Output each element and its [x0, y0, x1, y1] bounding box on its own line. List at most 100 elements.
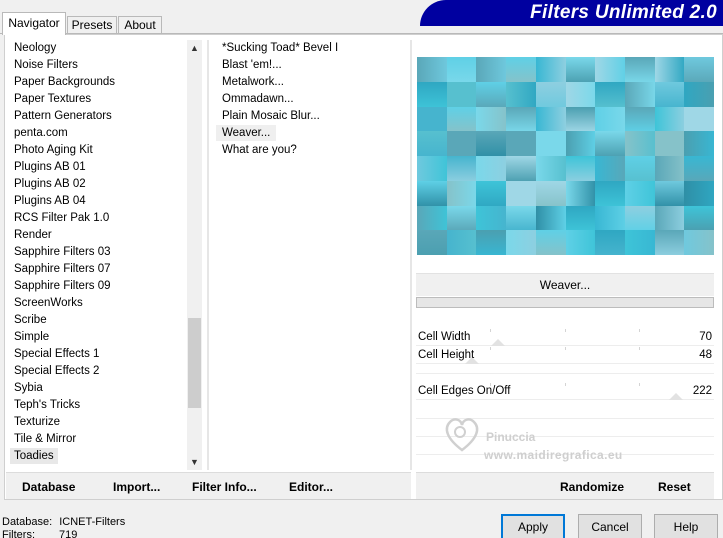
bottom-toolbar-right: Randomize Reset: [416, 472, 714, 499]
watermark-name: Pinuccia: [486, 430, 536, 444]
preview-tile: [535, 57, 567, 83]
preview-tile: [595, 156, 626, 182]
category-item[interactable]: Pattern Generators: [10, 108, 116, 124]
category-item[interactable]: Special Effects 2: [10, 363, 103, 379]
database-value: ICNET-Filters: [59, 516, 126, 528]
chevron-down-icon[interactable]: ▼: [187, 454, 202, 470]
category-item[interactable]: penta.com: [10, 125, 72, 141]
category-item[interactable]: Neology: [10, 40, 60, 56]
app-title: Filters Unlimited 2.0: [530, 2, 717, 23]
preview-tile: [417, 156, 448, 182]
preview-tile: [535, 180, 567, 207]
category-item[interactable]: Sapphire Filters 03: [10, 244, 115, 260]
preview-tile: [476, 106, 508, 133]
preview-tile: [565, 57, 597, 83]
category-scrollbar[interactable]: ▲ ▼: [187, 40, 202, 470]
preview-tile: [417, 57, 448, 83]
editor-button[interactable]: Editor...: [289, 480, 333, 494]
category-item[interactable]: Scribe: [10, 312, 51, 328]
filter-item[interactable]: Blast 'em!...: [216, 57, 288, 73]
slider-cell-width[interactable]: Cell Width 70: [416, 328, 714, 346]
category-item[interactable]: Paper Textures: [10, 91, 95, 107]
filter-preview-image: [417, 57, 714, 255]
database-button[interactable]: Database: [22, 480, 75, 494]
slider-tick: [490, 347, 491, 350]
reset-button[interactable]: Reset: [658, 480, 691, 494]
filter-list[interactable]: *Sucking Toad* Bevel I Blast 'em!... Met…: [216, 40, 406, 470]
preview-tile: [476, 230, 508, 255]
preview-tile: [684, 156, 714, 182]
slider-label: Cell Width: [418, 331, 471, 343]
category-item[interactable]: Sybia: [10, 380, 47, 396]
preview-tile: [535, 205, 567, 232]
preview-tile: [417, 230, 448, 255]
scrollbar-thumb[interactable]: [188, 318, 201, 408]
tab-presets[interactable]: Presets: [67, 16, 117, 34]
preview-tile: [654, 180, 686, 207]
preview-tile: [476, 81, 508, 108]
preview-tile: [476, 205, 508, 232]
tab-about[interactable]: About: [118, 16, 162, 34]
bottom-toolbar-left: Database Import... Filter Info... Editor…: [6, 472, 411, 499]
preview-tile: [684, 131, 714, 157]
category-item[interactable]: Texturize: [10, 414, 64, 430]
category-item[interactable]: Special Effects 1: [10, 346, 103, 362]
filter-item[interactable]: What are you?: [216, 142, 303, 158]
slider-tick: [565, 329, 566, 332]
database-status: Database: ICNET-Filters: [2, 516, 125, 528]
preview-tile: [624, 180, 656, 207]
slider-thumb[interactable]: [668, 393, 683, 400]
cancel-button[interactable]: Cancel: [578, 514, 642, 538]
preview-tile: [476, 180, 508, 207]
preview-tile: [476, 57, 508, 83]
preview-tile: [535, 156, 567, 182]
filter-item[interactable]: Plain Mosaic Blur...: [216, 108, 326, 124]
filter-item[interactable]: *Sucking Toad* Bevel I: [216, 40, 344, 56]
category-item[interactable]: Teph's Tricks: [10, 397, 84, 413]
category-item-selected[interactable]: Toadies: [10, 448, 58, 464]
preview-tile: [595, 57, 626, 83]
preview-tile: [624, 106, 656, 133]
category-item[interactable]: Plugins AB 04: [10, 193, 90, 209]
preview-tile: [446, 131, 478, 157]
category-item[interactable]: Sapphire Filters 07: [10, 261, 115, 277]
slider-cell-edges[interactable]: Cell Edges On/Off 222: [416, 382, 714, 400]
category-item[interactable]: ScreenWorks: [10, 295, 87, 311]
category-item[interactable]: Render: [10, 227, 56, 243]
preview-tile: [476, 156, 508, 182]
heart-logo-icon: [445, 418, 479, 452]
filter-item[interactable]: Ommadawn...: [216, 91, 300, 107]
filters-label: Filters:: [2, 529, 35, 538]
watermark-url: www.maidiregrafica.eu: [484, 448, 623, 462]
filter-item[interactable]: Metalwork...: [216, 74, 290, 90]
apply-button[interactable]: Apply: [501, 514, 565, 538]
category-item[interactable]: Tile & Mirror: [10, 431, 80, 447]
slider-tick: [639, 383, 640, 386]
preview-tile: [684, 81, 714, 108]
category-item[interactable]: Noise Filters: [10, 57, 82, 73]
preview-tile: [654, 131, 686, 157]
slider-thumb[interactable]: [490, 339, 505, 346]
preview-tile: [417, 81, 448, 108]
randomize-button[interactable]: Randomize: [560, 480, 624, 494]
category-list[interactable]: Neology Noise Filters Paper Backgrounds …: [6, 40, 188, 470]
category-item[interactable]: Sapphire Filters 09: [10, 278, 115, 294]
filter-info-button[interactable]: Filter Info...: [192, 480, 257, 494]
category-item[interactable]: Paper Backgrounds: [10, 74, 119, 90]
help-button[interactable]: Help: [654, 514, 718, 538]
tab-navigator[interactable]: Navigator: [2, 12, 66, 35]
slider-tick: [639, 347, 640, 350]
category-item[interactable]: Plugins AB 01: [10, 159, 90, 175]
category-item[interactable]: Plugins AB 02: [10, 176, 90, 192]
preview-tile: [595, 205, 626, 232]
import-button[interactable]: Import...: [113, 480, 160, 494]
title-banner: Filters Unlimited 2.0: [420, 0, 723, 26]
preview-tile: [446, 205, 478, 232]
preview-tile: [595, 106, 626, 133]
chevron-up-icon[interactable]: ▲: [187, 40, 202, 56]
category-item[interactable]: RCS Filter Pak 1.0: [10, 210, 113, 226]
filter-item-selected[interactable]: Weaver...: [216, 125, 277, 141]
slider-cell-height[interactable]: Cell Height 48: [416, 346, 714, 364]
category-item[interactable]: Simple: [10, 329, 53, 345]
category-item[interactable]: Photo Aging Kit: [10, 142, 97, 158]
